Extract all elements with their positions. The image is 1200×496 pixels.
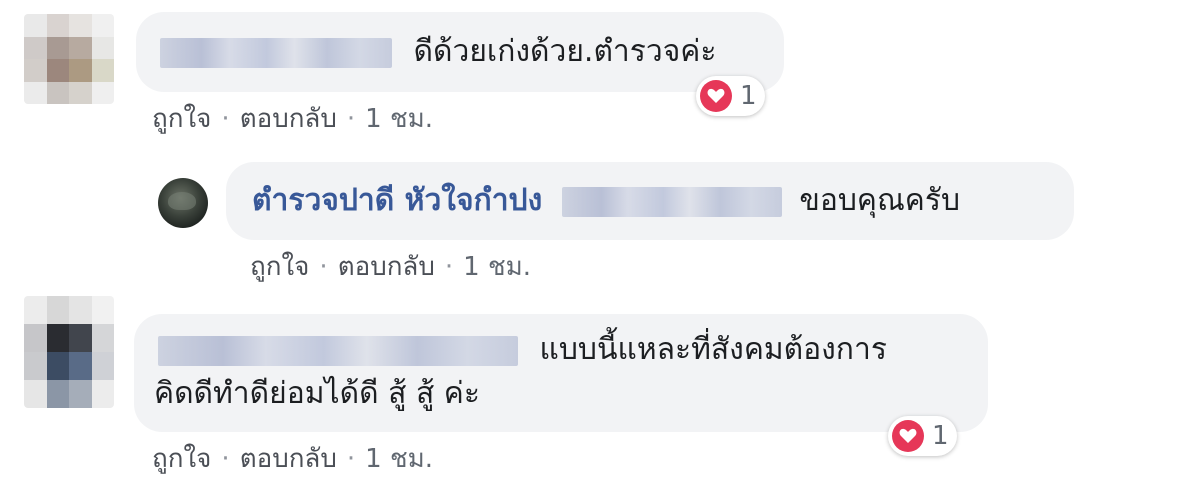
comment-text: ขอบคุณครับ	[799, 183, 961, 218]
separator: ·	[221, 104, 230, 134]
comment-actions: ถูกใจ · ตอบกลับ · 1 ชม.	[250, 246, 531, 287]
reply-link[interactable]: ตอบกลับ	[240, 444, 337, 474]
comment-bubble: ดีด้วยเก่งด้วย.ตำรวจค่ะ	[136, 12, 784, 92]
separator: ·	[346, 444, 356, 474]
comment-text-line-2: คิดดีทำดีย่อมได้ดี สู้ สู้ ค่ะ	[154, 376, 480, 411]
reaction-badge[interactable]: 1	[696, 76, 765, 116]
like-link[interactable]: ถูกใจ	[250, 252, 309, 282]
like-link[interactable]: ถูกใจ	[152, 444, 211, 474]
heart-icon	[700, 80, 732, 112]
separator: ·	[221, 444, 230, 474]
reaction-count: 1	[740, 81, 757, 111]
blurred-author-name[interactable]	[158, 335, 518, 366]
reaction-count: 1	[932, 421, 949, 451]
heart-icon	[892, 420, 924, 452]
comment-text: ดีด้วยเก่งด้วย.ตำรวจค่ะ	[413, 34, 717, 69]
like-link[interactable]: ถูกใจ	[152, 104, 211, 134]
timestamp[interactable]: 1 ชม.	[365, 104, 433, 134]
comment-bubble: ตำรวจปาดี หัวใจกำปง ขอบคุณครับ	[226, 162, 1074, 240]
timestamp[interactable]: 1 ชม.	[463, 252, 531, 282]
separator: ·	[319, 252, 328, 282]
separator: ·	[444, 252, 454, 282]
comment-bubble: แบบนี้แหละที่สังคมต้องการ คิดดีทำดีย่อมไ…	[134, 314, 988, 432]
reply-link[interactable]: ตอบกลับ	[338, 252, 435, 282]
blurred-author-name[interactable]	[160, 37, 392, 68]
reply-link[interactable]: ตอบกลับ	[240, 104, 337, 134]
comment-actions: ถูกใจ · ตอบกลับ · 1 ชม.	[152, 438, 433, 479]
author-name[interactable]: ตำรวจปาดี หัวใจกำปง	[252, 183, 542, 218]
avatar[interactable]	[24, 296, 114, 408]
avatar[interactable]	[24, 14, 114, 104]
blurred-tag[interactable]	[561, 186, 782, 217]
timestamp[interactable]: 1 ชม.	[365, 444, 433, 474]
comment-text-line-1: แบบนี้แหละที่สังคมต้องการ	[539, 332, 887, 367]
comment-actions: ถูกใจ · ตอบกลับ · 1 ชม.	[152, 98, 433, 139]
reaction-badge[interactable]: 1	[888, 416, 957, 456]
avatar[interactable]	[158, 178, 208, 228]
separator: ·	[346, 104, 356, 134]
